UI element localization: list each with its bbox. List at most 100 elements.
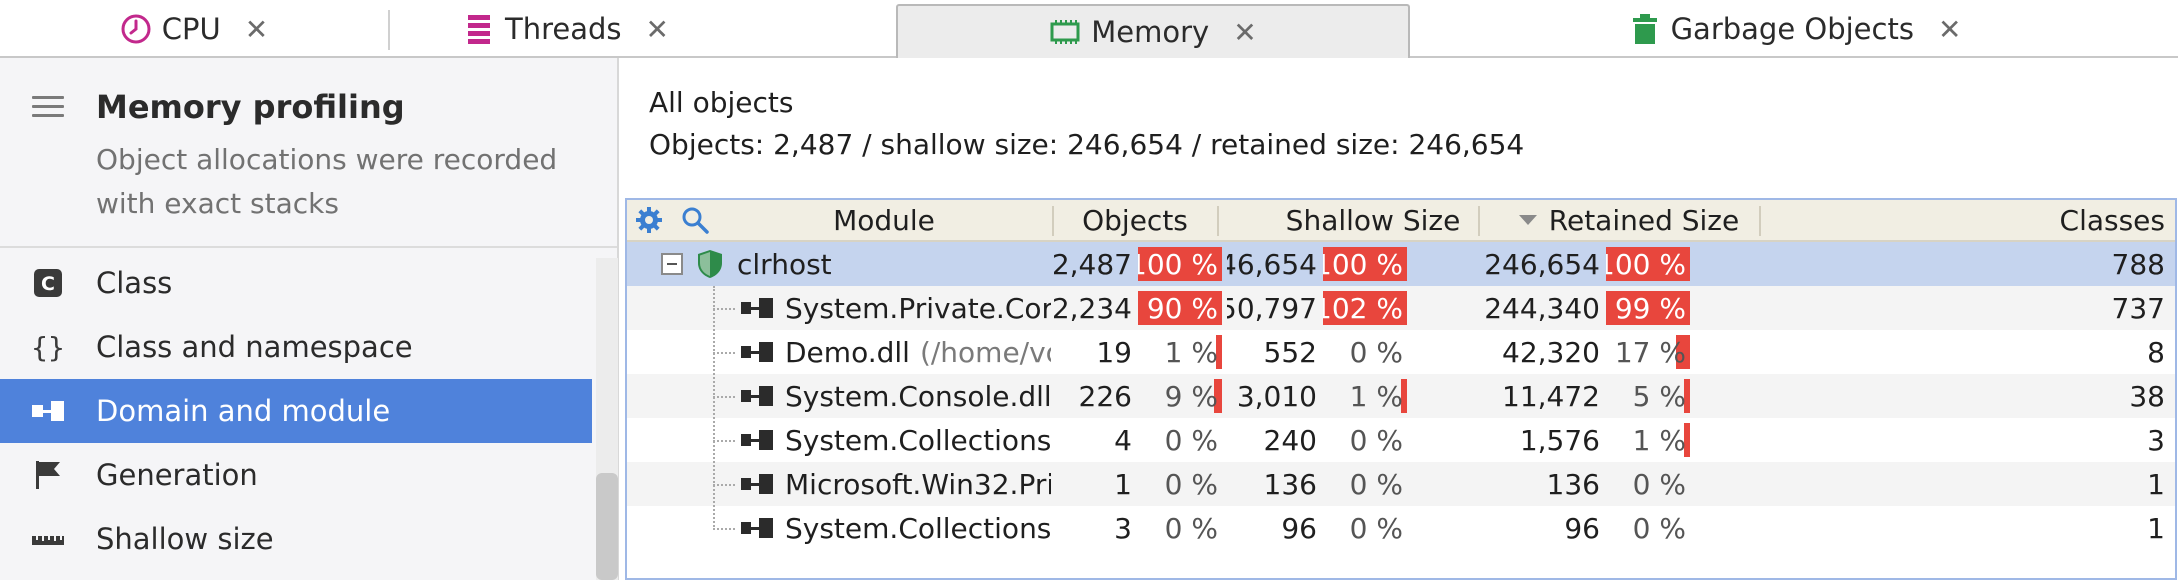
close-icon[interactable]: ✕ (646, 13, 669, 46)
sidebar-subtitle: Object allocations were recorded with ex… (96, 143, 558, 220)
column-header-label: Retained Size (1548, 203, 1740, 237)
tree-connector (713, 484, 735, 486)
settings-gear-icon[interactable] (635, 200, 665, 240)
retained-size: 1,576 (1519, 423, 1600, 457)
objects-percent: 90 % (1138, 291, 1222, 325)
retained-percent: 1 % (1632, 423, 1686, 457)
tab-label: CPU (161, 12, 221, 46)
module-icon (741, 298, 773, 318)
objects-count: 19 (1096, 335, 1132, 369)
table-row[interactable]: System.Console.dll (/home/vova/ 226 9 % … (627, 374, 2175, 418)
table-row[interactable]: Demo.dll (/home/vova/work/prof 19 1 % 55… (627, 330, 2175, 374)
clock-icon (120, 13, 152, 45)
table-header: Module Objects Shallow Size Retained Siz… (627, 200, 2175, 242)
sidebar-item-class-and-namespace[interactable]: {} Class and namespace (0, 315, 592, 379)
module-name: System.Console.dll (785, 379, 1051, 413)
classes-count: 38 (2129, 379, 2165, 413)
tree-connector (713, 396, 735, 398)
tab-memory[interactable]: Memory ✕ (896, 4, 1410, 58)
threads-icon (463, 13, 495, 45)
classes-count: 737 (2111, 291, 2165, 325)
classes-count: 1 (2147, 511, 2165, 545)
grouping-list: C Class {} Class and namespace Domain an… (0, 251, 592, 571)
sidebar-item-shallow-size[interactable]: Shallow size (0, 507, 592, 571)
shallow-size: 240 (1263, 423, 1317, 457)
column-header-shallow-size[interactable]: Shallow Size (1219, 200, 1477, 240)
retained-size: 11,472 (1502, 379, 1600, 413)
retained-size: 244,340 (1484, 291, 1600, 325)
retained-percent: 0 % (1632, 467, 1686, 501)
sidebar-item-class[interactable]: C Class (0, 251, 592, 315)
table-row[interactable]: Microsoft.Win32.Primitives.dll (/h 1 0 %… (627, 462, 2175, 506)
module-name: Microsoft.Win32.Primitives.dll (785, 467, 1051, 501)
sidebar-item-label: Class and namespace (96, 330, 413, 364)
tree-connector (713, 528, 735, 530)
close-icon[interactable]: ✕ (245, 13, 268, 46)
tree-connector (713, 308, 735, 310)
classes-count: 3 (2147, 423, 2165, 457)
module-name-cell: Demo.dll (/home/vova/work/prof (741, 330, 1051, 374)
objects-percent: 100 % (1138, 247, 1222, 281)
shallow-percent: 0 % (1349, 335, 1403, 369)
hamburger-menu-icon[interactable] (32, 96, 64, 118)
trash-icon (1629, 13, 1661, 45)
column-header-classes[interactable]: Classes (1761, 200, 2165, 240)
summary-title: All objects (649, 86, 794, 119)
column-header-module[interactable]: Module (717, 200, 1051, 240)
close-icon[interactable]: ✕ (1938, 13, 1961, 46)
table-row[interactable]: System.Collections.dll (/home/vo 3 0 % 9… (627, 506, 2175, 550)
module-icon (741, 518, 773, 538)
sidebar-title: Memory profiling (96, 88, 405, 126)
table-row[interactable]: System.Collections.Concurrent.dll 4 0 % … (627, 418, 2175, 462)
shallow-size: 246,654 (1227, 247, 1317, 281)
objects-percent: 1 % (1164, 335, 1218, 369)
flag-icon (0, 460, 96, 490)
module-table: Module Objects Shallow Size Retained Siz… (625, 198, 2177, 580)
sidebar-header: Memory profiling Object allocations were… (0, 58, 617, 248)
search-icon[interactable] (681, 200, 711, 240)
module-icon (741, 386, 773, 406)
column-header-objects[interactable]: Objects (1054, 200, 1216, 240)
sidebar-scrollbar-thumb[interactable] (596, 473, 618, 580)
shallow-percent: 0 % (1349, 423, 1403, 457)
retained-percent: 0 % (1632, 511, 1686, 545)
module-name-cell: System.Collections.Concurrent.dll (741, 418, 1051, 462)
main-panel: All objects Objects: 2,487 / shallow siz… (621, 58, 2178, 580)
tab-threads[interactable]: Threads ✕ (390, 0, 742, 58)
retained-size: 42,320 (1502, 335, 1600, 369)
shallow-percent: 102 % (1323, 291, 1407, 325)
tab-label: Garbage Objects (1670, 12, 1914, 46)
shallow-percent: 100 % (1323, 247, 1407, 281)
shallow-percent: 1 % (1349, 379, 1403, 413)
class-icon: C (0, 268, 96, 298)
close-icon[interactable]: ✕ (1233, 16, 1256, 49)
objects-count: 2,234 (1054, 291, 1132, 325)
tab-cpu[interactable]: CPU ✕ (0, 0, 388, 58)
sidebar-item-label: Shallow size (96, 522, 274, 556)
column-header-retained-size[interactable]: Retained Size (1480, 200, 1758, 240)
retained-percent: 100 % (1606, 247, 1690, 281)
shield-icon (697, 249, 723, 279)
module-name: Demo.dll (785, 335, 910, 369)
module-name-cell: clrhost (697, 242, 1047, 286)
sidebar-item-generation[interactable]: Generation (0, 443, 592, 507)
sidebar-item-domain-and-module[interactable]: Domain and module (0, 379, 592, 443)
shallow-size: 3,010 (1236, 379, 1317, 413)
collapse-toggle[interactable] (661, 253, 683, 275)
module-icon (741, 474, 773, 494)
retained-size: 96 (1564, 511, 1600, 545)
table-row[interactable]: clrhost 2,487 100 % 246,654 100 % 246,65… (627, 242, 2175, 286)
module-name-cell: Microsoft.Win32.Primitives.dll (/h (741, 462, 1051, 506)
sidebar-item-label: Class (96, 266, 173, 300)
shallow-percent: 0 % (1349, 511, 1403, 545)
table-row[interactable]: System.Private.CoreLib.dll (/home 2,234 … (627, 286, 2175, 330)
module-name-cell: System.Collections.dll (/home/vo (741, 506, 1051, 550)
tab-garbage-objects[interactable]: Garbage Objects ✕ (1412, 0, 2178, 58)
tab-label: Memory (1091, 15, 1210, 49)
classes-count: 788 (2111, 247, 2165, 281)
shallow-percent: 0 % (1349, 467, 1403, 501)
module-icon (741, 430, 773, 450)
braces-icon: {} (31, 330, 65, 364)
objects-count: 4 (1114, 423, 1132, 457)
objects-percent: 0 % (1164, 423, 1218, 457)
